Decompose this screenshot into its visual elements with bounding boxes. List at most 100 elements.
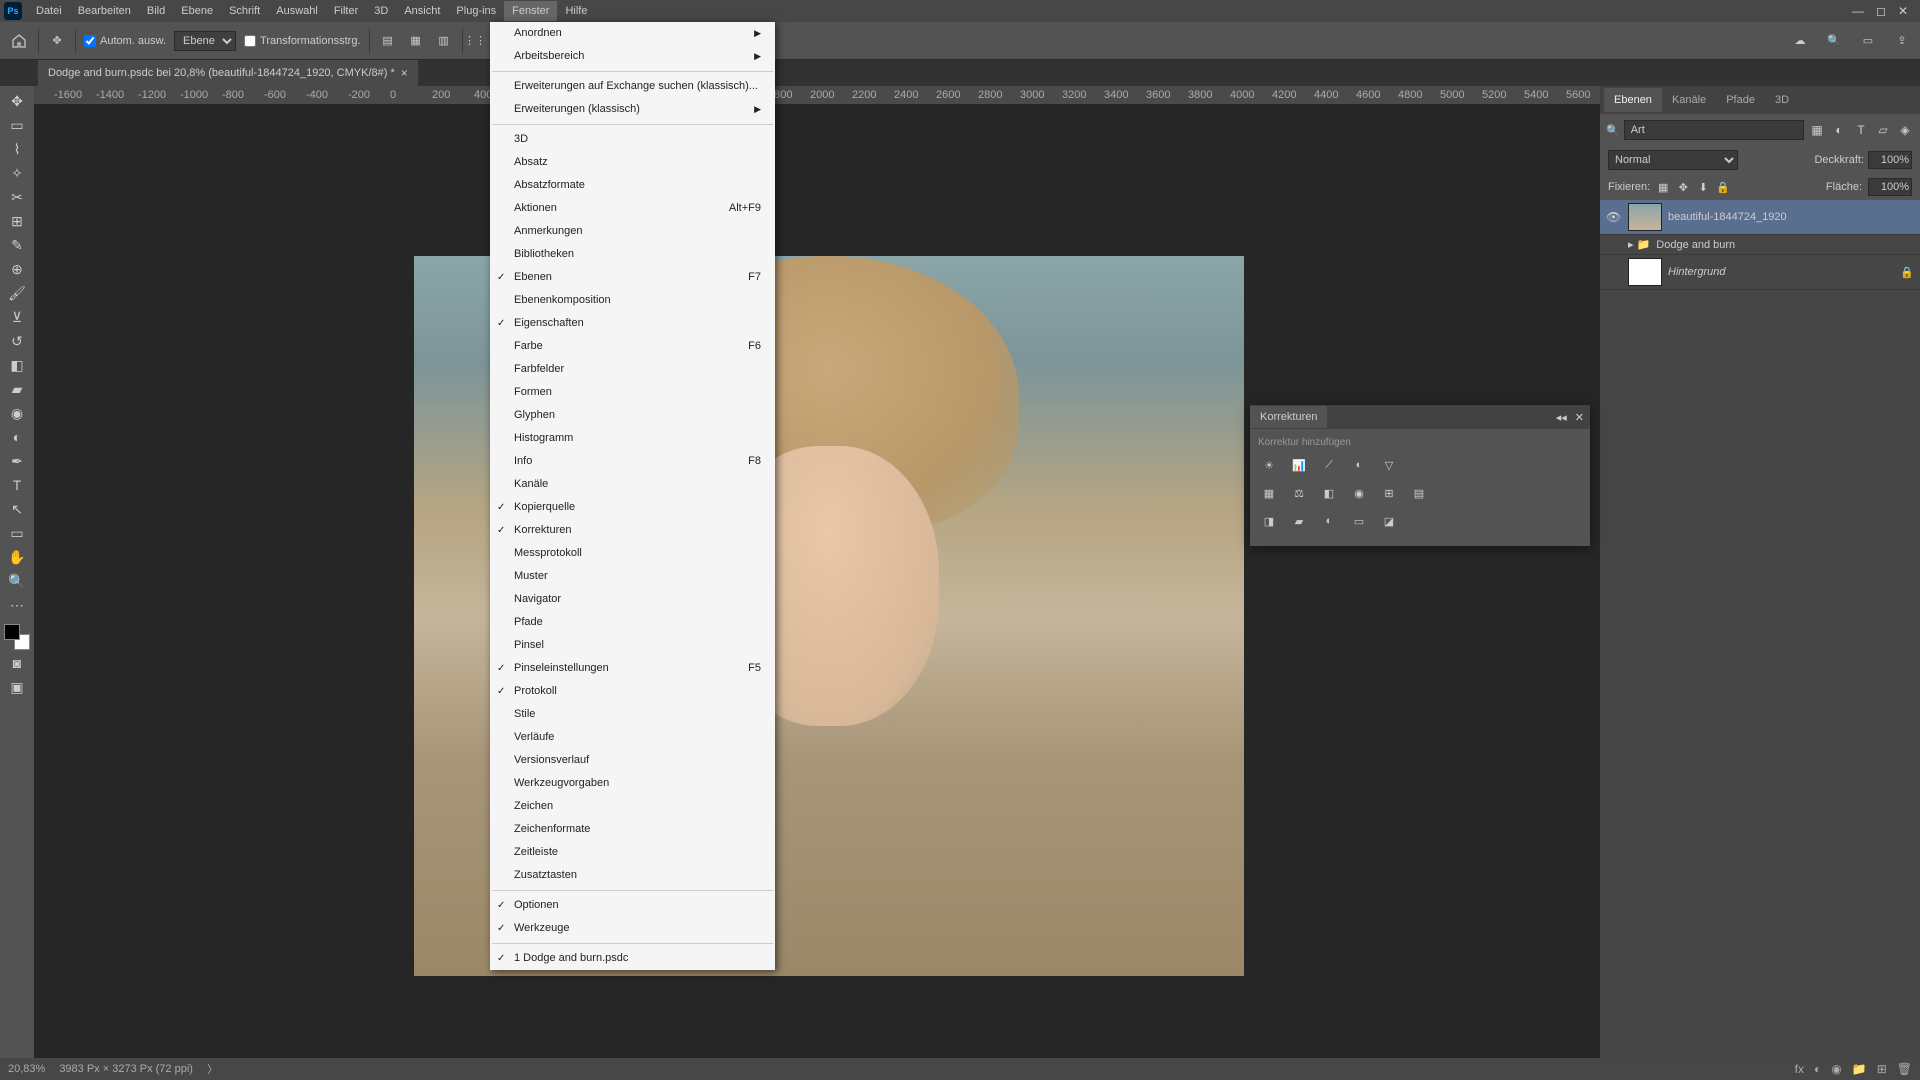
menu-fenster[interactable]: Fenster xyxy=(504,1,557,21)
menu-bearbeiten[interactable]: Bearbeiten xyxy=(70,1,139,21)
menu-item-zusatztasten[interactable]: Zusatztasten xyxy=(490,864,775,887)
menu-filter[interactable]: Filter xyxy=(326,1,366,21)
menu-item-zeitleiste[interactable]: Zeitleiste xyxy=(490,841,775,864)
tool-hand[interactable]: ✋ xyxy=(3,546,31,568)
align-left-icon[interactable]: ▤ xyxy=(378,31,398,51)
new-layer-icon[interactable]: ⊞ xyxy=(1877,1062,1887,1076)
search-icon[interactable]: 🔍 xyxy=(1824,31,1844,51)
menu-item-zeichenformate[interactable]: Zeichenformate xyxy=(490,818,775,841)
visibility-icon[interactable]: 👁 xyxy=(1606,210,1622,224)
menu-item-werkzeugvorgaben[interactable]: Werkzeugvorgaben xyxy=(490,772,775,795)
tool-stamp[interactable]: ⊻ xyxy=(3,306,31,328)
quick-mask-icon[interactable]: ◙ xyxy=(3,652,31,674)
panel-tab-ebenen[interactable]: Ebenen xyxy=(1604,88,1662,112)
menu-item-stile[interactable]: Stile xyxy=(490,703,775,726)
workspace-icon[interactable]: ▭ xyxy=(1858,31,1878,51)
menu-hilfe[interactable]: Hilfe xyxy=(557,1,595,21)
menu-item-erweiterungen-auf-exchange-suchen-klassisch-[interactable]: Erweiterungen auf Exchange suchen (klass… xyxy=(490,75,775,98)
zoom-level[interactable]: 20,83% xyxy=(8,1063,45,1075)
selective-icon[interactable]: ◪ xyxy=(1378,510,1400,532)
tool-zoom[interactable]: 🔍 xyxy=(3,570,31,592)
cloud-icon[interactable]: ☁ xyxy=(1790,31,1810,51)
align-right-icon[interactable]: ▥ xyxy=(434,31,454,51)
menu-item-kopierquelle[interactable]: ✓Kopierquelle xyxy=(490,496,775,519)
tool-heal[interactable]: ⊕ xyxy=(3,258,31,280)
menu-item-messprotokoll[interactable]: Messprotokoll xyxy=(490,542,775,565)
panel-collapse-icon[interactable]: ◂◂ xyxy=(1556,411,1567,424)
panel-close-icon[interactable]: ✕ xyxy=(1575,411,1584,424)
invert-icon[interactable]: ◨ xyxy=(1258,510,1280,532)
mixer-icon[interactable]: ⊞ xyxy=(1378,482,1400,504)
layer-row[interactable]: 👁beautiful-1844724_1920 xyxy=(1600,200,1920,235)
menu-item-zeichen[interactable]: Zeichen xyxy=(490,795,775,818)
tab-close-icon[interactable]: × xyxy=(401,66,408,80)
filter-adjust-icon[interactable]: ◐ xyxy=(1830,121,1848,139)
vibrance-icon[interactable]: ▽ xyxy=(1378,454,1400,476)
menu-bild[interactable]: Bild xyxy=(139,1,173,21)
layer-row[interactable]: Hintergrund🔒 xyxy=(1600,255,1920,290)
bw-icon[interactable]: ◧ xyxy=(1318,482,1340,504)
align-center-icon[interactable]: ▦ xyxy=(406,31,426,51)
menu-item-pinseleinstellungen[interactable]: ✓PinseleinstellungenF5 xyxy=(490,657,775,680)
filter-type-icon[interactable]: T xyxy=(1852,121,1870,139)
menu-item-protokoll[interactable]: ✓Protokoll xyxy=(490,680,775,703)
menu-item-kan-le[interactable]: Kanäle xyxy=(490,473,775,496)
menu-item-muster[interactable]: Muster xyxy=(490,565,775,588)
menu-item-optionen[interactable]: ✓Optionen xyxy=(490,894,775,917)
tool-history-brush[interactable]: ↺ xyxy=(3,330,31,352)
menu-item-anmerkungen[interactable]: Anmerkungen xyxy=(490,220,775,243)
tool-eraser[interactable]: ◧ xyxy=(3,354,31,376)
trash-icon[interactable]: 🗑 xyxy=(1897,1062,1912,1076)
share-icon[interactable]: ⇪ xyxy=(1892,31,1912,51)
tool-wand[interactable]: ✧ xyxy=(3,162,31,184)
lookup-icon[interactable]: ▤ xyxy=(1408,482,1430,504)
lock-icon[interactable]: 🔒 xyxy=(1900,266,1914,279)
menu-item-eigenschaften[interactable]: ✓Eigenschaften xyxy=(490,312,775,335)
menu-item-glyphen[interactable]: Glyphen xyxy=(490,404,775,427)
menu-item-3d[interactable]: 3D xyxy=(490,128,775,151)
menu-item-formen[interactable]: Formen xyxy=(490,381,775,404)
fx-icon[interactable]: fx xyxy=(1795,1062,1804,1076)
filter-smart-icon[interactable]: ◈ xyxy=(1896,121,1914,139)
menu-item-ebenen[interactable]: ✓EbenenF7 xyxy=(490,266,775,289)
fill-input[interactable] xyxy=(1868,178,1912,196)
screen-mode-icon[interactable]: ▣ xyxy=(3,676,31,698)
tool-frame[interactable]: ⊞ xyxy=(3,210,31,232)
menu-item-info[interactable]: InfoF8 xyxy=(490,450,775,473)
lock-pixels-icon[interactable]: ▦ xyxy=(1656,180,1670,194)
menu-ansicht[interactable]: Ansicht xyxy=(396,1,448,21)
menu-datei[interactable]: Datei xyxy=(28,1,70,21)
photo-filter-icon[interactable]: ◉ xyxy=(1348,482,1370,504)
auto-select-type[interactable]: Ebene xyxy=(174,31,236,51)
adjustments-tab[interactable]: Korrekturen xyxy=(1250,406,1327,428)
menu-item-ebenenkomposition[interactable]: Ebenenkomposition xyxy=(490,289,775,312)
menu-ebene[interactable]: Ebene xyxy=(173,1,221,21)
menu-item-farbfelder[interactable]: Farbfelder xyxy=(490,358,775,381)
tool-type[interactable]: T xyxy=(3,474,31,496)
lock-position-icon[interactable]: ✥ xyxy=(1676,180,1690,194)
maximize-icon[interactable]: ◻ xyxy=(1876,4,1886,18)
layer-thumbnail[interactable] xyxy=(1628,258,1662,286)
adjustments-panel[interactable]: Korrekturen ◂◂ ✕ Korrektur hinzufügen ☀ … xyxy=(1250,405,1590,546)
panel-tab-kanäle[interactable]: Kanäle xyxy=(1662,88,1716,112)
menu-item-verl-ufe[interactable]: Verläufe xyxy=(490,726,775,749)
menu-plug-ins[interactable]: Plug-ins xyxy=(448,1,504,21)
menu-item-arbeitsbereich[interactable]: Arbeitsbereich▶ xyxy=(490,45,775,68)
tool-gradient[interactable]: ▰ xyxy=(3,378,31,400)
tool-path[interactable]: ↖ xyxy=(3,498,31,520)
tool-dodge[interactable]: ◐ xyxy=(3,426,31,448)
menu-item-anordnen[interactable]: Anordnen▶ xyxy=(490,22,775,45)
status-arrow-icon[interactable]: 〉 xyxy=(207,1061,218,1077)
menu-item-aktionen[interactable]: AktionenAlt+F9 xyxy=(490,197,775,220)
close-icon[interactable]: ✕ xyxy=(1898,4,1908,18)
distribute-icon[interactable]: ⋮⋮⋮ xyxy=(471,31,491,51)
menu-item-absatz[interactable]: Absatz xyxy=(490,151,775,174)
brightness-icon[interactable]: ☀ xyxy=(1258,454,1280,476)
filter-shape-icon[interactable]: ▱ xyxy=(1874,121,1892,139)
tool-marquee[interactable]: ▭ xyxy=(3,114,31,136)
tool-brush[interactable]: 🖌 xyxy=(3,282,31,304)
menu-item-pinsel[interactable]: Pinsel xyxy=(490,634,775,657)
panel-tab-3d[interactable]: 3D xyxy=(1765,88,1799,112)
folder-icon[interactable]: 📁 xyxy=(1852,1062,1867,1076)
menu-schrift[interactable]: Schrift xyxy=(221,1,268,21)
